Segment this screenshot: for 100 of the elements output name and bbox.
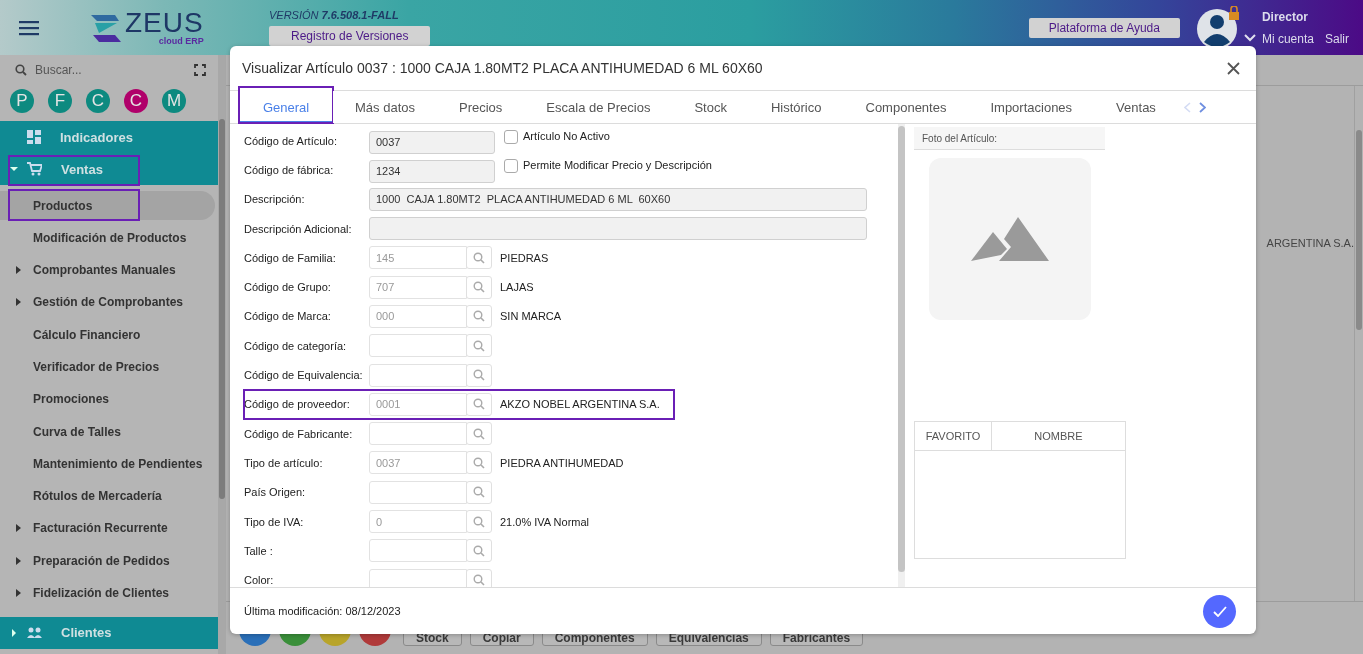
tab[interactable]: General bbox=[239, 87, 333, 123]
last-modified-text: Última modificación: 08/12/2023 bbox=[244, 605, 401, 617]
field-label: Tipo de artículo: bbox=[244, 456, 324, 469]
input-field[interactable]: 1234 bbox=[369, 159, 495, 183]
search-icon bbox=[473, 310, 485, 323]
field-label: Color: bbox=[244, 574, 275, 587]
input-field[interactable] bbox=[369, 539, 467, 563]
search-button[interactable] bbox=[466, 480, 492, 504]
search-button[interactable] bbox=[466, 422, 492, 446]
menu-item[interactable]: Verificador de Precios bbox=[0, 352, 215, 382]
field-label: Código de Equivalencia: bbox=[244, 369, 364, 381]
menu-item[interactable]: Rótulos de Mercadería bbox=[0, 481, 215, 511]
menu-item[interactable]: Facturación Recurrente bbox=[0, 513, 215, 543]
input-field[interactable]: 0037 bbox=[369, 130, 495, 154]
caret-right-icon bbox=[16, 266, 21, 275]
field-description: LAJAS bbox=[500, 281, 534, 294]
column-header[interactable]: FAVORITO bbox=[914, 421, 992, 451]
mountain-icon bbox=[971, 217, 1049, 261]
search-icon bbox=[473, 544, 485, 557]
menu-icon[interactable] bbox=[19, 19, 39, 36]
menu-item[interactable]: Productos bbox=[0, 191, 215, 220]
field-label: Descripción: bbox=[244, 193, 306, 206]
search-icon bbox=[473, 427, 485, 440]
chevron-down-icon[interactable] bbox=[1243, 34, 1256, 42]
confirm-button[interactable] bbox=[1203, 594, 1236, 628]
checkbox[interactable] bbox=[504, 159, 518, 174]
fullscreen-icon[interactable] bbox=[194, 64, 206, 76]
search-button[interactable] bbox=[466, 510, 492, 533]
checkbox[interactable] bbox=[504, 130, 518, 144]
search-icon bbox=[473, 281, 485, 294]
menu-item[interactable]: Mantenimiento de Pendientes bbox=[0, 449, 215, 479]
logout-link[interactable]: Salir bbox=[1325, 31, 1349, 46]
panel-title: Foto del Artículo: bbox=[922, 132, 998, 144]
search-button[interactable] bbox=[466, 363, 492, 387]
field-label: Tipo de IVA: bbox=[244, 515, 305, 528]
search-icon bbox=[473, 251, 485, 264]
search-button[interactable] bbox=[466, 246, 492, 270]
column-header[interactable]: NOMBRE bbox=[991, 421, 1126, 451]
search-button[interactable] bbox=[466, 304, 492, 328]
account-link[interactable]: Mi cuenta bbox=[1261, 31, 1314, 46]
menu-item[interactable]: Cálculo Financiero bbox=[0, 320, 215, 350]
field-label: Código de proveedor: bbox=[244, 398, 351, 411]
menu-section-label: Indicadores bbox=[60, 129, 133, 145]
search-button[interactable] bbox=[466, 451, 492, 475]
scrollbar[interactable] bbox=[1356, 130, 1362, 330]
input-field[interactable] bbox=[369, 334, 467, 358]
field-description: PIEDRA ANTIHUMEDAD bbox=[500, 456, 624, 469]
menu-item[interactable]: Promociones bbox=[0, 384, 215, 414]
input-field[interactable] bbox=[369, 568, 467, 587]
dashboard-icon bbox=[27, 130, 41, 144]
menu-section-label: Ventas bbox=[61, 161, 103, 177]
shortcut-badge[interactable]: C bbox=[124, 89, 148, 113]
search-button[interactable] bbox=[466, 275, 492, 299]
dialog-title: Visualizar Artículo 0037 : 1000 CAJA 1.80MT2 PLACA ANTIHUMEDAD 6 ML 60X60 bbox=[242, 60, 763, 76]
field-description: SIN MARCA bbox=[500, 310, 562, 323]
search-button[interactable] bbox=[466, 568, 492, 587]
input-field[interactable] bbox=[369, 217, 867, 241]
search-button[interactable] bbox=[466, 539, 492, 563]
scrollbar[interactable] bbox=[219, 119, 225, 499]
field-label: Código de Familia: bbox=[244, 251, 337, 264]
close-icon[interactable] bbox=[1227, 61, 1240, 75]
search-field[interactable]: Buscar... bbox=[35, 63, 186, 77]
shortcut-badge[interactable]: M bbox=[162, 89, 186, 113]
logo-icon bbox=[89, 12, 123, 43]
search-icon bbox=[15, 64, 27, 76]
caret-right-icon bbox=[10, 628, 18, 637]
checkbox-label: Permite Modificar Precio y Descripción bbox=[523, 159, 712, 172]
input-field[interactable]: 1000 CAJA 1.80MT2 PLACA ANTIHUMEDAD 6 ML 60X60 bbox=[369, 187, 867, 211]
input-field[interactable] bbox=[369, 422, 467, 446]
caret-right-icon bbox=[16, 589, 21, 598]
help-button[interactable]: Plataforma de Ayuda bbox=[1028, 17, 1180, 38]
field-label: Código de Fabricante: bbox=[244, 427, 354, 440]
chevron-left-icon[interactable] bbox=[1183, 101, 1191, 113]
menu-item[interactable]: Comprobantes Manuales bbox=[0, 255, 215, 285]
menu-item[interactable]: Modificación de Productos bbox=[0, 223, 215, 253]
search-button[interactable] bbox=[466, 334, 492, 358]
search-icon bbox=[473, 574, 485, 587]
shortcut-badge[interactable]: C bbox=[86, 89, 110, 113]
shortcut-badge[interactable]: F bbox=[48, 89, 72, 113]
versions-button[interactable]: Registro de Versiones bbox=[269, 26, 431, 46]
check-icon bbox=[1212, 605, 1227, 617]
input-field[interactable] bbox=[369, 363, 467, 387]
input-field[interactable] bbox=[369, 480, 467, 504]
search-button[interactable] bbox=[466, 392, 492, 416]
menu-item[interactable]: Gestión de Comprobantes bbox=[0, 287, 215, 317]
menu-item[interactable]: Preparación de Pedidos bbox=[0, 546, 215, 576]
field-label: Código de fábrica: bbox=[244, 163, 335, 176]
field-label: Descripción Adicional: bbox=[244, 222, 353, 235]
field-label: Talle : bbox=[244, 544, 274, 557]
scrollbar[interactable] bbox=[898, 126, 905, 572]
search-icon bbox=[473, 456, 485, 469]
menu-item[interactable]: Curva de Talles bbox=[0, 417, 215, 447]
cart-icon bbox=[27, 162, 42, 176]
field-description: PIEDRAS bbox=[500, 251, 549, 264]
field-label: Código de Grupo: bbox=[244, 281, 332, 294]
shortcut-badge[interactable]: P bbox=[10, 89, 34, 113]
menu-item[interactable]: Fidelización de Clientes bbox=[0, 578, 215, 608]
search-icon bbox=[473, 486, 485, 499]
chevron-right-icon[interactable] bbox=[1198, 101, 1206, 113]
search-icon bbox=[473, 339, 485, 352]
